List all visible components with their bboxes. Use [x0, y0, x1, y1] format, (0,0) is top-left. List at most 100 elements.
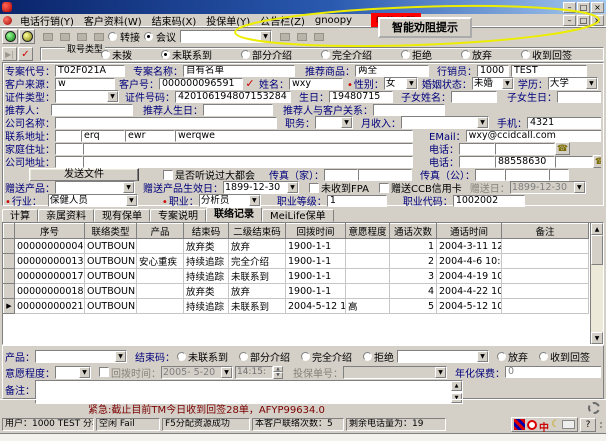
callback-checkbox[interactable] — [99, 367, 109, 377]
bottom-product-select[interactable]: ▼ — [35, 350, 127, 363]
next-call-button[interactable] — [294, 29, 310, 44]
endcode-radio-full[interactable] — [301, 352, 310, 361]
endcode-radio-abandon[interactable] — [497, 352, 506, 361]
contact-addr-field-1[interactable] — [55, 130, 81, 142]
next-number-button[interactable]: ▶| — [2, 47, 17, 61]
col-seq[interactable]: 序号 — [15, 224, 85, 239]
fpa-checkbox[interactable] — [309, 183, 319, 193]
company-phone-field-2[interactable]: 88558630 — [495, 156, 555, 168]
col-contact-type[interactable]: 联络类型 — [85, 224, 137, 239]
company-addr-field-2[interactable] — [83, 156, 413, 168]
radio-partial-intro[interactable] — [241, 50, 250, 59]
transfer-radio[interactable] — [108, 32, 117, 41]
contact-addr-field-4[interactable]: werqwe — [175, 130, 413, 142]
education-select[interactable]: 大学▼ — [548, 77, 598, 90]
table-row[interactable]: 00000000013OUTBOUND安心重疾持续追踪完全介绍1900-1-12… — [4, 254, 589, 269]
ime-indicator-icon[interactable]: 中 — [539, 419, 549, 430]
hangup-button[interactable] — [19, 29, 35, 44]
company-phone-field-1[interactable] — [459, 156, 495, 168]
col-product[interactable]: 产品 — [137, 224, 184, 239]
company-field[interactable] — [55, 117, 277, 129]
referrer-birth-field[interactable] — [203, 104, 273, 116]
child-name-field[interactable] — [451, 91, 497, 103]
tray-app-icon[interactable] — [514, 419, 525, 430]
send-file-button[interactable]: 发送文件 — [29, 168, 139, 181]
chevron-down-icon[interactable]: ▼ — [249, 195, 260, 206]
ime-help-button[interactable]: ? — [580, 418, 596, 432]
cust-no-field[interactable]: 000000096591 — [159, 78, 243, 90]
tab-calculate[interactable]: 计算 — [2, 209, 38, 222]
radio-full-intro[interactable] — [321, 50, 330, 59]
table-row[interactable]: 00000000018OUTBOUND放弃类放弃1900-1-142004-4-… — [4, 284, 589, 299]
menu-customer-data[interactable]: 客户资料(W) — [79, 13, 147, 28]
confirm-number-button[interactable]: ✓ — [18, 47, 33, 61]
home-addr-field-2[interactable] — [83, 143, 413, 155]
id-no-field[interactable]: 420106194807153284 — [175, 91, 291, 103]
agent-id-field[interactable]: 1000 — [477, 65, 509, 77]
home-addr-field-1[interactable] — [55, 143, 83, 155]
smart-dissuade-prompt-button[interactable]: 智能劝阻提示 — [378, 17, 472, 38]
product-field[interactable]: 两全 — [355, 65, 429, 77]
mobile-field[interactable]: 4321 — [527, 117, 601, 129]
cust-source-field[interactable]: w — [55, 78, 115, 90]
note-scroll-up-icon[interactable]: ▲ — [451, 381, 462, 391]
project-name-field[interactable]: 自有名单 — [183, 65, 295, 77]
tab-existing-policies[interactable]: 现有保单 — [94, 209, 150, 222]
hold-button[interactable] — [40, 29, 56, 44]
birth-field[interactable]: 19480715 — [329, 91, 393, 103]
occ-level-field[interactable]: 1 — [327, 195, 387, 207]
radio-signed-back[interactable] — [521, 50, 530, 59]
referrer-rel-field[interactable] — [373, 104, 445, 116]
tab-contact-records[interactable]: 联络记录 — [206, 207, 262, 222]
ccb-checkbox[interactable] — [379, 183, 389, 193]
col-sub-end-code[interactable]: 二级结束码 — [229, 224, 286, 239]
mdi-close-button[interactable]: × — [591, 15, 604, 26]
radio-refuse[interactable] — [401, 50, 410, 59]
mdi-minimize-button[interactable]: – — [563, 15, 576, 26]
radio-not-contacted[interactable] — [161, 50, 170, 59]
menu-bulletin[interactable]: 公告栏(Z) — [255, 13, 310, 28]
menu-end-code[interactable]: 结束码(X) — [147, 13, 202, 28]
occupation-select[interactable]: 分析员▼ — [199, 194, 261, 207]
radio-not-dialed[interactable] — [101, 50, 110, 59]
transfer-target-select[interactable]: ▼ — [180, 30, 272, 43]
conference-radio[interactable] — [144, 32, 153, 41]
chevron-down-icon[interactable]: ▼ — [502, 78, 513, 89]
dial-company-phone-button[interactable]: ☎ — [593, 155, 601, 168]
dial-home-phone-button[interactable]: ☎ — [555, 142, 570, 155]
close-button[interactable]: × — [591, 2, 604, 13]
menu-gnoopy[interactable]: gnoopy — [310, 15, 357, 26]
chevron-down-icon[interactable]: ▼ — [477, 351, 488, 362]
contact-addr-field-3[interactable]: ewr — [125, 130, 175, 142]
industry-select[interactable]: 保健人员▼ — [48, 194, 138, 207]
chevron-down-icon[interactable]: ▼ — [79, 367, 90, 378]
cust-no-check-button[interactable]: ✓ — [243, 77, 257, 90]
gender-select[interactable]: 女▼ — [384, 77, 418, 90]
mdi-restore-button[interactable]: □ — [577, 15, 590, 26]
tray-handle[interactable] — [598, 422, 604, 428]
minimize-button[interactable]: – — [563, 2, 576, 13]
tab-relatives[interactable]: 亲属资料 — [38, 209, 94, 222]
referrer-field[interactable] — [51, 104, 133, 116]
fax-company-field-3[interactable] — [549, 169, 569, 181]
dial-button[interactable] — [2, 29, 18, 44]
heard-of-metlife-checkbox[interactable] — [163, 170, 173, 180]
grid-vertical-scrollbar[interactable]: ▲ ▼ — [590, 223, 603, 344]
project-code-field[interactable]: T02F021A — [55, 65, 125, 77]
scrollbar-thumb[interactable] — [591, 235, 603, 265]
endcode-detail-select[interactable]: ▼ — [397, 350, 489, 363]
menu-policy[interactable]: 投保单(Y) — [201, 13, 255, 28]
gift-select[interactable]: ▼ — [55, 181, 135, 194]
col-willingness[interactable]: 意愿程度 — [346, 224, 390, 239]
id-type-select[interactable]: ▼ — [55, 90, 119, 103]
agent-name-field[interactable]: TEST — [511, 65, 587, 77]
fax-company-field-1[interactable] — [475, 169, 505, 181]
occ-code-field[interactable]: 1002002 — [453, 195, 525, 207]
col-remark[interactable]: 备注 — [502, 224, 589, 239]
chevron-down-icon[interactable]: ▼ — [586, 78, 597, 89]
scroll-up-icon[interactable]: ▲ — [591, 223, 603, 235]
tab-project-notes[interactable]: 专案说明 — [150, 209, 206, 222]
chevron-down-icon[interactable]: ▼ — [126, 195, 137, 206]
home-button[interactable] — [311, 29, 327, 44]
radio-abandon[interactable] — [461, 50, 470, 59]
